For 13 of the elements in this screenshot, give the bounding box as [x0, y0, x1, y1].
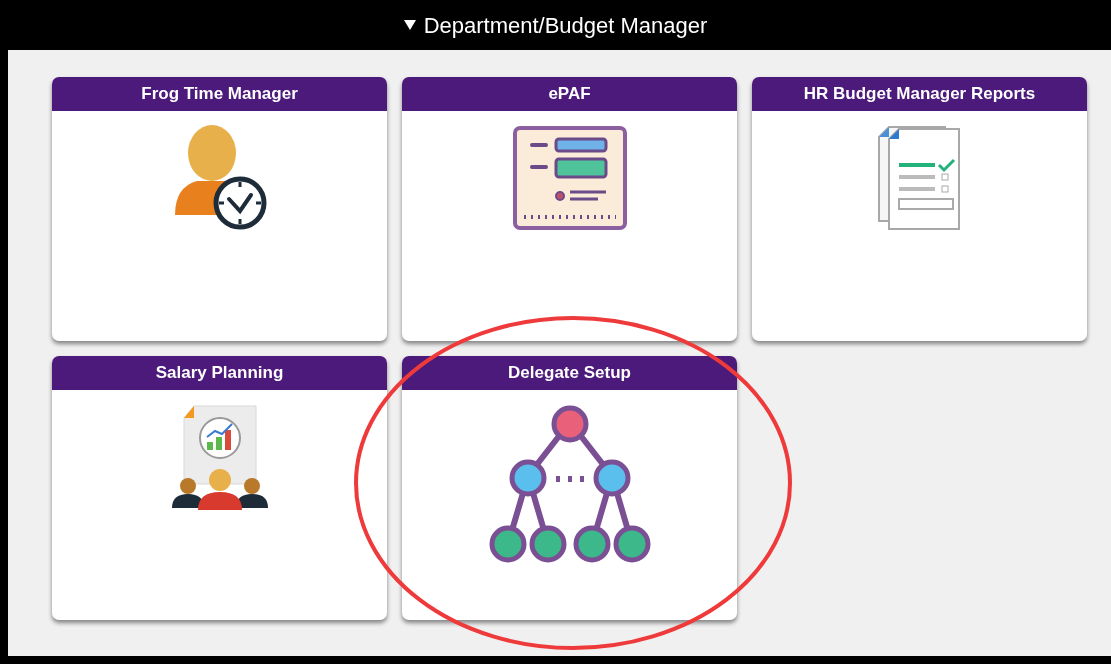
tile-title: Frog Time Manager: [52, 77, 387, 111]
tile-title: ePAF: [402, 77, 737, 111]
app-tile[interactable]: Salary Planning: [52, 356, 387, 620]
app-tile[interactable]: ePAF: [402, 77, 737, 341]
team-chart-icon: [169, 404, 270, 510]
section-title: Department/Budget Manager: [423, 11, 708, 40]
tile-title: Delegate Setup: [402, 356, 737, 390]
tile-title: Salary Planning: [52, 356, 387, 390]
form-icon: [511, 125, 628, 231]
app-tile[interactable]: Frog Time Manager: [52, 77, 387, 341]
app-tile[interactable]: HR Budget Manager Reports: [752, 77, 1087, 341]
tile-title: HR Budget Manager Reports: [752, 77, 1087, 111]
app-tile[interactable]: Delegate Setup: [402, 356, 737, 620]
